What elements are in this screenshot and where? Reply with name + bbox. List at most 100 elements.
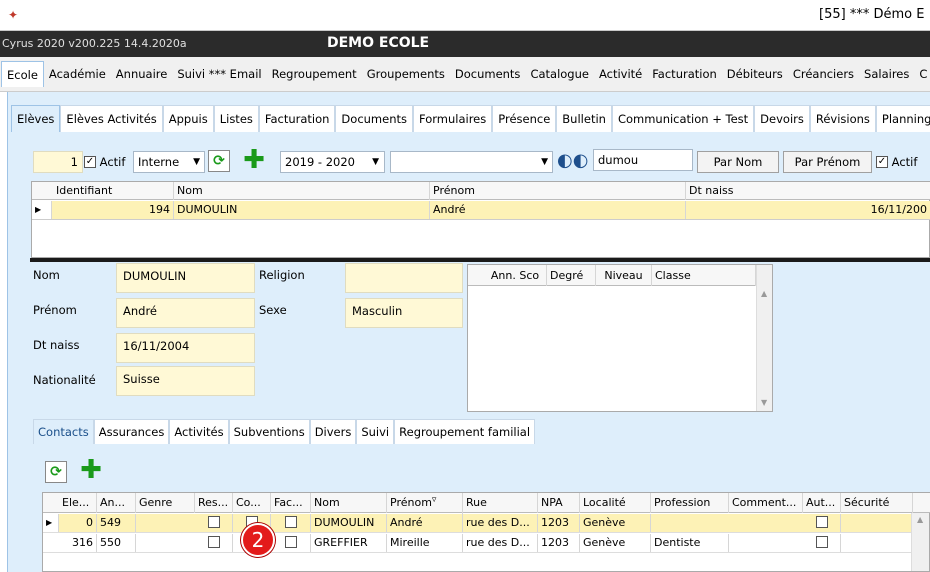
menu-activite[interactable]: Activité <box>594 61 647 87</box>
col-localite[interactable]: Localité <box>580 493 651 513</box>
actif2-label: Actif <box>891 155 918 169</box>
actif2-checkbox[interactable]: ✓ Actif <box>876 155 917 169</box>
tab-eleves[interactable]: Elèves <box>11 105 61 132</box>
tab-contacts[interactable]: Contacts <box>33 419 94 444</box>
menu-salaires[interactable]: Salaires <box>859 61 914 87</box>
table-row[interactable]: 316 550 GREFFIER Mireille rue des D... 1… <box>43 534 913 553</box>
tab-divers[interactable]: Divers <box>309 419 357 444</box>
scroll-up-icon[interactable]: ▲ <box>761 289 767 298</box>
fac-checkbox[interactable] <box>271 534 311 552</box>
binoculars-icon[interactable]: ◐◐ <box>557 151 588 173</box>
religion-field[interactable] <box>345 263 463 293</box>
col-rue[interactable]: Rue <box>463 493 538 513</box>
tab-documents[interactable]: Documents <box>335 105 413 132</box>
class-select[interactable]: ▼ <box>390 151 553 173</box>
col-aut[interactable]: Aut... <box>803 493 841 513</box>
aut-checkbox[interactable] <box>803 514 841 532</box>
tab-facturation[interactable]: Facturation <box>258 105 336 132</box>
tab-bulletin[interactable]: Bulletin <box>556 105 612 132</box>
col-prenom[interactable]: Prénom▿ <box>387 493 463 514</box>
splitter[interactable] <box>30 258 930 262</box>
col-prenom[interactable]: Prénom <box>430 182 686 200</box>
search-by-firstname-button[interactable]: Par Prénom <box>783 151 872 173</box>
tab-communication-test[interactable]: Communication + Test <box>611 105 755 132</box>
col-niveau[interactable]: Niveau <box>596 265 652 286</box>
menu-facturation[interactable]: Facturation <box>647 61 722 87</box>
res-checkbox[interactable] <box>195 534 233 552</box>
menu-debiteurs[interactable]: Débiteurs <box>722 61 788 87</box>
tab-eleves-activites[interactable]: Elèves Activités <box>60 105 163 132</box>
menu-groupements[interactable]: Groupements <box>362 61 450 87</box>
contacts-grid-scrollbar[interactable]: ▲ <box>911 513 929 571</box>
prenom-field[interactable]: André <box>116 298 255 328</box>
col-nom[interactable]: Nom <box>174 182 430 200</box>
col-nom[interactable]: Nom <box>311 493 387 513</box>
filter-icon[interactable]: ▿ <box>432 495 437 505</box>
count-field[interactable]: 1 <box>33 151 83 173</box>
tab-devoirs[interactable]: Devoirs <box>754 105 810 132</box>
col-profession[interactable]: Profession <box>651 493 729 513</box>
aut-checkbox[interactable] <box>803 534 841 552</box>
search-input[interactable]: dumou <box>593 149 693 171</box>
tab-presence[interactable]: Présence <box>492 105 557 132</box>
chevron-down-icon: ▼ <box>372 157 379 167</box>
tab-revisions[interactable]: Révisions <box>809 105 876 132</box>
menu-regroupement[interactable]: Regroupement <box>267 61 362 87</box>
menu-overflow[interactable]: C <box>914 61 930 87</box>
class-grid-header: Ann. Sco Degré Niveau Classe <box>468 265 756 286</box>
tab-listes[interactable]: Listes <box>213 105 259 132</box>
col-securite[interactable]: Sécurité <box>841 493 913 513</box>
col-ann-sco[interactable]: Ann. Sco <box>484 265 547 286</box>
col-fac[interactable]: Fac... <box>271 493 311 513</box>
refresh-icon[interactable]: ⟳ <box>208 150 230 172</box>
search-by-name-button[interactable]: Par Nom <box>697 151 779 173</box>
menu-annuaire[interactable]: Annuaire <box>111 61 173 87</box>
actif-checkbox[interactable]: ✓ Actif <box>84 155 125 169</box>
nom-field[interactable]: DUMOULIN <box>116 263 255 293</box>
cell-nom: DUMOULIN <box>311 514 387 532</box>
col-dtnaiss[interactable]: Dt naiss <box>686 182 930 200</box>
tab-activites[interactable]: Activités <box>169 419 229 444</box>
tab-assurances[interactable]: Assurances <box>93 419 170 444</box>
col-identifiant[interactable]: Identifiant <box>52 182 174 200</box>
dtnaiss-field[interactable]: 16/11/2004 <box>116 333 255 363</box>
year-select[interactable]: 2019 - 2020 ▼ <box>280 151 385 173</box>
col-res[interactable]: Res... <box>195 493 233 513</box>
menu-academie[interactable]: Académie <box>44 61 111 87</box>
table-row[interactable]: ▶ 0 549 DUMOULIN André rue des D... 1203… <box>43 514 913 533</box>
menu-ecole[interactable]: Ecole <box>1 61 44 87</box>
class-grid-scrollbar[interactable]: ▲ ▼ <box>756 265 772 411</box>
student-grid: Identifiant Nom Prénom Dt naiss ▶ 194 DU… <box>31 181 930 258</box>
tab-planning[interactable]: Planning <box>875 105 930 132</box>
col-co[interactable]: Co... <box>233 493 271 513</box>
refresh-icon[interactable]: ⟳ <box>45 461 67 483</box>
tab-suivi[interactable]: Suivi <box>356 419 395 444</box>
row-pointer-icon: ▶ <box>32 201 52 219</box>
nationalite-field[interactable]: Suisse <box>116 366 255 396</box>
scroll-up-icon[interactable]: ▲ <box>917 515 923 524</box>
menu-catalogue[interactable]: Catalogue <box>525 61 594 87</box>
tab-appuis[interactable]: Appuis <box>162 105 214 132</box>
res-checkbox[interactable] <box>195 514 233 532</box>
tab-subventions[interactable]: Subventions <box>228 419 310 444</box>
table-row[interactable]: ▶ 194 DUMOULIN André 16/11/200 <box>32 201 930 220</box>
col-comment[interactable]: Comment... <box>729 493 803 513</box>
add-icon[interactable]: ✚ <box>242 147 266 173</box>
col-ele[interactable]: Ele... <box>59 493 97 513</box>
add-icon[interactable]: ✚ <box>79 457 103 483</box>
tab-formulaires[interactable]: Formulaires <box>413 105 493 132</box>
tab-regroupement-familial[interactable]: Regroupement familial <box>394 419 536 444</box>
col-npa[interactable]: NPA <box>538 493 580 513</box>
menu-documents[interactable]: Documents <box>450 61 526 87</box>
col-classe[interactable]: Classe <box>652 265 756 286</box>
fac-checkbox[interactable] <box>271 514 311 532</box>
year-value: 2019 - 2020 <box>285 155 355 169</box>
col-genre[interactable]: Genre <box>136 493 195 513</box>
menu-creanciers[interactable]: Créanciers <box>788 61 859 87</box>
col-an[interactable]: An... <box>97 493 136 513</box>
col-degre[interactable]: Degré <box>547 265 596 286</box>
menu-suivi-email[interactable]: Suivi *** Email <box>172 61 266 87</box>
type-select[interactable]: Interne ▼ <box>133 151 205 173</box>
sexe-field[interactable]: Masculin <box>345 298 463 328</box>
scroll-down-icon[interactable]: ▼ <box>761 398 767 407</box>
